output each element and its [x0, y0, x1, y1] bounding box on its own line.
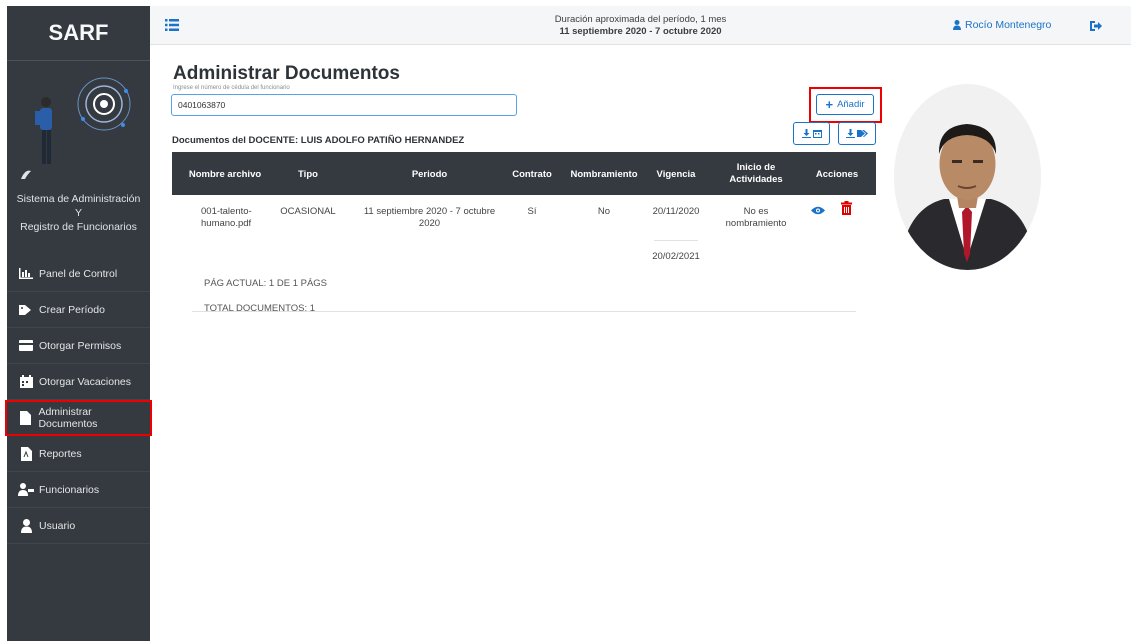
- users-icon: [17, 483, 35, 497]
- cell-contrato: Sí: [527, 206, 537, 217]
- cell-inicio-line1: No es: [743, 206, 769, 217]
- user-menu[interactable]: Rocío Montenegro: [953, 19, 1051, 31]
- sidebar-item-label: Reportes: [39, 447, 82, 460]
- table-row: 001-talento- humano.pdf OCASIONAL 11 sep…: [172, 195, 876, 313]
- cedula-hint: Ingrese el número de cédula del funciona…: [173, 85, 290, 91]
- pagination-info: PÁG ACTUAL: 1 DE 1 PÁGS: [204, 278, 328, 289]
- header-nombramiento: Nombramiento: [570, 169, 638, 180]
- sidebar: SARF Sistema de Administración Y Registr…: [5, 6, 152, 641]
- sidebar-item-panel-de-control[interactable]: Panel de Control: [7, 256, 150, 292]
- orbit-person-illustration: [21, 77, 131, 179]
- user-icon: [17, 518, 35, 533]
- sidebar-item-label: Crear Período: [39, 303, 105, 316]
- brand-logo[interactable]: SARF: [7, 6, 150, 61]
- hero-illustration: [7, 61, 150, 186]
- system-name-line3: Registro de Funcionarios: [20, 221, 137, 233]
- header-tipo: Tipo: [298, 169, 318, 180]
- main-content: Administrar Documentos Ingrese el número…: [150, 45, 1131, 641]
- cell-nombre-line2: humano.pdf: [201, 218, 252, 229]
- header-periodo: Periodo: [411, 169, 448, 180]
- header-inicio-actividades: Inicio de Actividades: [718, 162, 794, 186]
- tag-icon: [17, 303, 35, 317]
- header-inicio-line2: Actividades: [729, 174, 783, 185]
- cell-vigencia-desde: 20/11/2020: [652, 206, 700, 217]
- cell-nombre-archivo[interactable]: 001-talento- humano.pdf: [201, 206, 252, 230]
- add-button-highlight: + Añadir: [809, 87, 882, 123]
- documents-owner-title: Documentos del DOCENTE: LUIS ADOLFO PATI…: [172, 135, 465, 146]
- total-documents: TOTAL DOCUMENTOS: 1: [204, 303, 316, 314]
- cell-inicio-line2: nombramiento: [725, 218, 787, 229]
- sidebar-item-label: Usuario: [39, 519, 76, 532]
- delete-trash-icon[interactable]: [841, 201, 852, 215]
- system-name-line2: Y: [74, 207, 82, 219]
- chart-icon: [17, 267, 35, 281]
- sidebar-item-administrar-documentos[interactable]: Administrar Documentos: [5, 400, 152, 436]
- cell-nombre-line1: 001-talento-: [201, 206, 252, 217]
- cell-inicio-actividades: No es nombramiento: [718, 206, 794, 230]
- cell-vigencia-hasta: 20/02/2021: [652, 251, 700, 262]
- sidebar-item-reportes[interactable]: Reportes: [7, 436, 150, 472]
- calendar-icon: [17, 375, 35, 389]
- sidebar-item-funcionarios[interactable]: Funcionarios: [7, 472, 150, 508]
- page-title: Administrar Documentos: [173, 63, 400, 84]
- cell-periodo-line2: 2020: [418, 218, 441, 229]
- add-button[interactable]: + Añadir: [816, 94, 874, 115]
- download-icon: [846, 129, 855, 138]
- sidebar-item-crear-periodo[interactable]: Crear Período: [7, 292, 150, 328]
- logout-icon[interactable]: [1089, 19, 1103, 33]
- sidebar-item-label: Administrar Documentos: [38, 406, 98, 430]
- tags-icon: [857, 130, 868, 137]
- cell-nombramiento: No: [597, 206, 611, 217]
- system-name-line1: Sistema de Administración: [16, 193, 141, 205]
- employee-photo: [894, 84, 1041, 270]
- sidebar-item-otorgar-vacaciones[interactable]: Otorgar Vacaciones: [7, 364, 150, 400]
- calendar-icon: [812, 130, 822, 138]
- download-table-button[interactable]: [793, 122, 830, 145]
- table-header: Nombre archivo Tipo Periodo Contrato Nom…: [172, 152, 876, 195]
- topbar: Duración aproximada del período, 1 mes 1…: [150, 6, 1131, 45]
- sidebar-item-label: Otorgar Vacaciones: [39, 375, 132, 388]
- user-icon: [953, 20, 961, 30]
- sidebar-item-label: Funcionarios: [39, 483, 100, 496]
- system-name: Sistema de Administración Y Registro de …: [7, 192, 150, 234]
- header-contrato: Contrato: [512, 169, 552, 180]
- download-tags-button[interactable]: [838, 122, 876, 145]
- employee-portrait-image: [894, 84, 1041, 270]
- sidebar-nav: Panel de Control Crear Período Otorgar P…: [5, 256, 152, 544]
- download-icon: [801, 129, 811, 138]
- pdf-file-icon: [17, 446, 35, 461]
- cell-tipo: OCASIONAL: [280, 206, 336, 217]
- header-nombre-archivo: Nombre archivo: [188, 169, 262, 180]
- view-eye-icon[interactable]: [811, 206, 825, 215]
- sidebar-item-label: Panel de Control: [39, 267, 118, 280]
- sidebar-item-otorgar-permisos[interactable]: Otorgar Permisos: [7, 328, 150, 364]
- header-acciones: Acciones: [815, 169, 859, 180]
- cell-periodo-line1: 11 septiembre 2020 - 7 octubre: [363, 206, 496, 217]
- plus-icon: +: [825, 97, 834, 112]
- card-icon: [17, 339, 35, 353]
- add-button-label: Añadir: [837, 99, 865, 110]
- file-icon: [17, 411, 34, 425]
- sidebar-item-label: Otorgar Permisos: [39, 339, 122, 352]
- cell-periodo: 11 septiembre 2020 - 7 octubre 2020: [362, 206, 497, 230]
- header-inicio-line1: Inicio de: [736, 162, 776, 173]
- user-name: Rocío Montenegro: [965, 19, 1052, 31]
- vigencia-divider: [654, 240, 698, 241]
- app-root: SARF Sistema de Administración Y Registr…: [0, 0, 1131, 641]
- sidebar-item-usuario[interactable]: Usuario: [7, 508, 150, 544]
- header-vigencia: Vigencia: [656, 169, 696, 180]
- cedula-input[interactable]: [171, 94, 517, 116]
